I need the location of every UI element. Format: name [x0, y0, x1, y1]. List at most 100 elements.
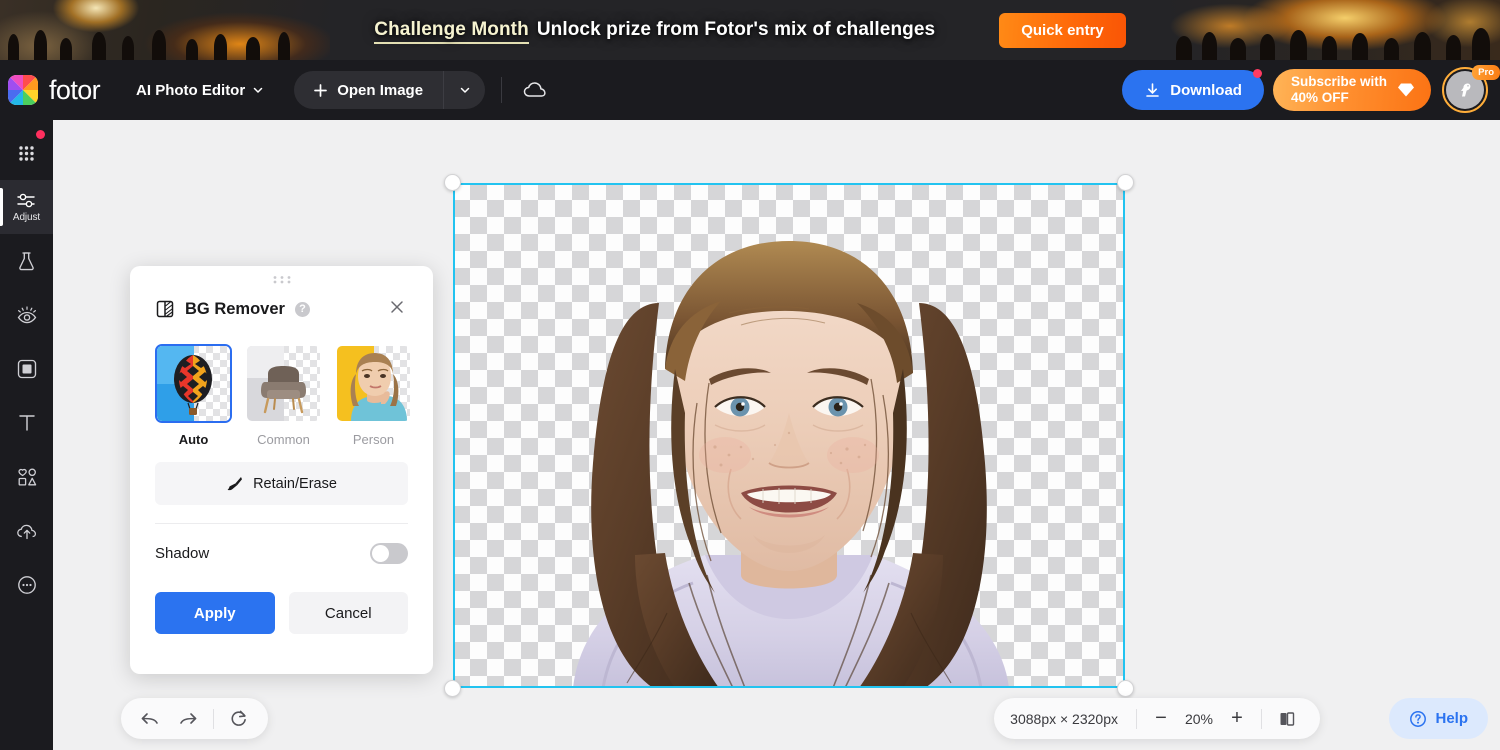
redo-arrow-icon	[180, 712, 197, 724]
mode-label-common: Common	[257, 432, 310, 447]
subscribe-button[interactable]: Subscribe with 40% OFF	[1272, 69, 1431, 111]
sidebar-item-apps[interactable]	[0, 126, 53, 180]
frame-square-icon	[17, 359, 36, 379]
text-t-icon	[18, 415, 35, 431]
mode-label-person: Person	[352, 432, 395, 447]
armchair-thumb	[247, 346, 306, 421]
cloud-icon	[523, 82, 546, 97]
plus-icon	[314, 83, 328, 97]
panel-header: BG Remover ?	[155, 292, 408, 326]
download-notification-badge	[1252, 69, 1262, 78]
close-icon[interactable]	[386, 296, 408, 323]
image-dimensions: 3088px × 2320px	[1010, 710, 1118, 727]
drag-handle-icon	[273, 275, 290, 283]
quick-entry-button[interactable]: Quick entry	[999, 12, 1126, 48]
sidebar-item-label: Adjust	[12, 212, 41, 223]
compare-button[interactable]	[1270, 702, 1304, 736]
promo-highlight: Challenge Month	[374, 19, 529, 44]
mode-option-auto[interactable]: Auto	[155, 344, 232, 447]
view-toolbar: 3088px × 2320px − 20% +	[994, 698, 1320, 739]
undo-button[interactable]	[131, 698, 169, 739]
resize-handle-bottom-right[interactable]	[1117, 680, 1134, 697]
bg-remover-icon	[156, 300, 174, 318]
zoom-level: 20%	[1184, 710, 1214, 727]
panel-title: BG Remover	[185, 299, 285, 318]
shapes-icon	[17, 468, 36, 486]
help-button[interactable]: Help	[1389, 698, 1488, 739]
hot-air-balloon-thumb	[157, 346, 212, 421]
panel-drag-handle[interactable]	[155, 266, 408, 292]
shadow-row: Shadow	[155, 524, 408, 582]
question-circle-icon	[1410, 710, 1427, 727]
resize-handle-top-right[interactable]	[1117, 174, 1134, 191]
zoom-out-button[interactable]: −	[1145, 702, 1177, 736]
retain-erase-button[interactable]: Retain/Erase	[155, 462, 408, 505]
bird-avatar-icon	[1461, 83, 1471, 97]
fotor-logo-icon	[8, 75, 38, 105]
workspace-switcher[interactable]: AI Photo Editor	[136, 82, 264, 99]
bg-remover-panel: BG Remover ? Auto Common Person Retain/E…	[130, 266, 433, 674]
mode-thumb-auto	[155, 344, 232, 423]
history-toolbar	[121, 698, 268, 739]
image-selection-frame[interactable]	[444, 174, 1134, 697]
promo-banner: Challenge Month Unlock prize from Fotor's…	[0, 0, 1500, 60]
resize-handle-top-left[interactable]	[444, 174, 461, 191]
subscribe-label: Subscribe with 40% OFF	[1290, 74, 1387, 105]
chevron-down-icon	[460, 87, 469, 93]
mode-options: Auto Common Person	[155, 344, 410, 447]
more-circle-icon	[17, 576, 36, 594]
mode-thumb-common	[245, 344, 322, 423]
promo-subtext: Unlock prize from Fotor's mix of challen…	[536, 19, 936, 40]
toggle-knob	[372, 544, 389, 562]
zoom-in-button[interactable]: +	[1221, 702, 1253, 736]
fotor-brand[interactable]: fotor	[0, 75, 101, 106]
user-avatar[interactable]: Pro	[1442, 65, 1500, 113]
redo-button[interactable]	[169, 698, 207, 739]
sliders-icon	[16, 193, 35, 208]
open-image-group: Open Image	[294, 71, 486, 109]
sidebar-item-retouch[interactable]	[0, 288, 53, 342]
brush-icon	[227, 477, 243, 491]
left-sidebar: Adjust	[0, 120, 53, 750]
sidebar-item-elements[interactable]	[0, 450, 53, 504]
cancel-button[interactable]: Cancel	[288, 592, 408, 634]
compare-split-icon	[1280, 711, 1295, 726]
sidebar-item-ai-tools[interactable]	[0, 234, 53, 288]
promo-message: Challenge Month Unlock prize from Fotor's…	[374, 19, 936, 44]
toolbar-divider	[1261, 708, 1262, 729]
header-actions: Download Subscribe with 40% OFF Pro	[1122, 65, 1500, 113]
reset-button[interactable]	[220, 698, 258, 739]
help-label: Help	[1435, 710, 1468, 727]
mode-option-person[interactable]: Person	[335, 344, 412, 447]
resize-handle-bottom-left[interactable]	[444, 680, 461, 697]
pro-badge: Pro	[1472, 65, 1500, 80]
workspace-label: AI Photo Editor	[136, 81, 246, 99]
sidebar-item-upload[interactable]	[0, 504, 53, 558]
sidebar-item-adjust[interactable]: Adjust	[0, 180, 53, 234]
app-header: fotor AI Photo Editor Open Image Downloa…	[0, 60, 1500, 120]
sidebar-item-effects[interactable]	[0, 342, 53, 396]
undo-arrow-icon	[141, 712, 158, 724]
cloud-storage-button[interactable]	[518, 73, 552, 107]
mode-option-common[interactable]: Common	[245, 344, 322, 447]
download-icon	[1146, 82, 1160, 97]
sidebar-notification-dot	[36, 130, 45, 139]
cloud-upload-icon	[16, 524, 36, 540]
sidebar-item-text[interactable]	[0, 396, 53, 450]
sidebar-item-more[interactable]	[0, 558, 53, 612]
canvas-area[interactable]: BG Remover ? Auto Common Person Retain/E…	[53, 120, 1500, 750]
shadow-toggle[interactable]	[370, 542, 408, 564]
download-label: Download	[1170, 81, 1242, 99]
open-image-label: Open Image	[337, 81, 424, 99]
eye-icon	[17, 306, 36, 324]
download-button[interactable]: Download	[1122, 69, 1264, 110]
open-image-button[interactable]: Open Image	[294, 71, 443, 109]
mode-label-auto: Auto	[178, 432, 209, 447]
grid-dots-icon	[19, 145, 34, 161]
flask-icon	[19, 252, 34, 271]
apply-button[interactable]: Apply	[155, 592, 275, 634]
question-mark-icon[interactable]: ?	[294, 301, 310, 317]
header-divider	[501, 77, 503, 103]
open-image-dropdown-button[interactable]	[443, 71, 485, 109]
panel-actions: Apply Cancel	[155, 592, 408, 634]
